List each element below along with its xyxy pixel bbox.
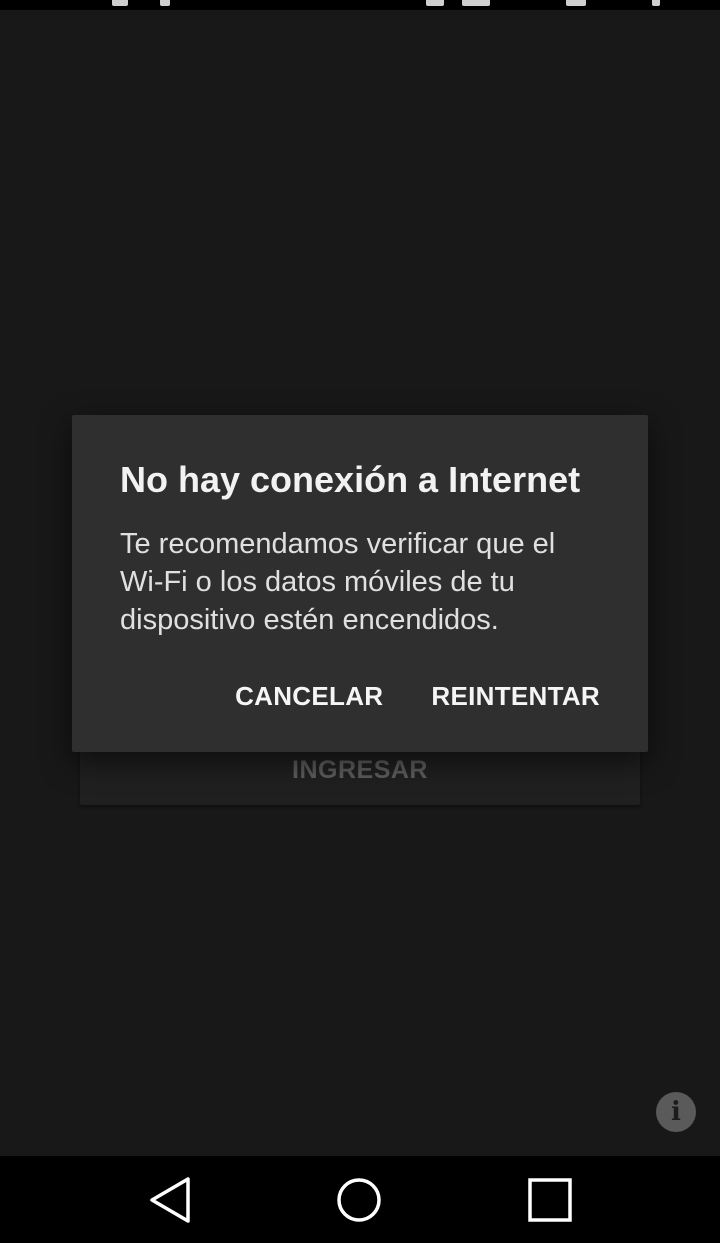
battery-icon (566, 0, 586, 6)
status-icon (112, 0, 128, 6)
status-bar (0, 0, 720, 10)
status-icon (652, 0, 660, 6)
login-button-label: INGRESAR (292, 756, 428, 784)
recents-square-icon (528, 1177, 572, 1222)
signal-icon (462, 0, 490, 6)
info-icon: i (671, 1097, 681, 1127)
no-connection-dialog: No hay conexión a Internet Te recomendam… (72, 415, 648, 752)
recents-button[interactable] (500, 1156, 600, 1243)
retry-button[interactable]: REINTENTAR (431, 681, 600, 712)
screen: INGRESAR i No hay conexión a Internet Te… (0, 0, 720, 1243)
home-button[interactable] (309, 1156, 409, 1243)
status-icon (426, 0, 444, 6)
back-triangle-icon (150, 1176, 190, 1223)
dialog-actions: CANCELAR REINTENTAR (235, 681, 600, 712)
home-circle-icon (337, 1177, 381, 1222)
cancel-button[interactable]: CANCELAR (235, 681, 383, 712)
back-button[interactable] (120, 1156, 220, 1243)
dialog-message: Te recomendamos verificar que el Wi-Fi o… (120, 528, 556, 636)
info-button[interactable]: i (656, 1092, 696, 1132)
dialog-title: No hay conexión a Internet (120, 459, 581, 500)
navigation-bar (0, 1156, 720, 1243)
status-icon (160, 0, 170, 6)
